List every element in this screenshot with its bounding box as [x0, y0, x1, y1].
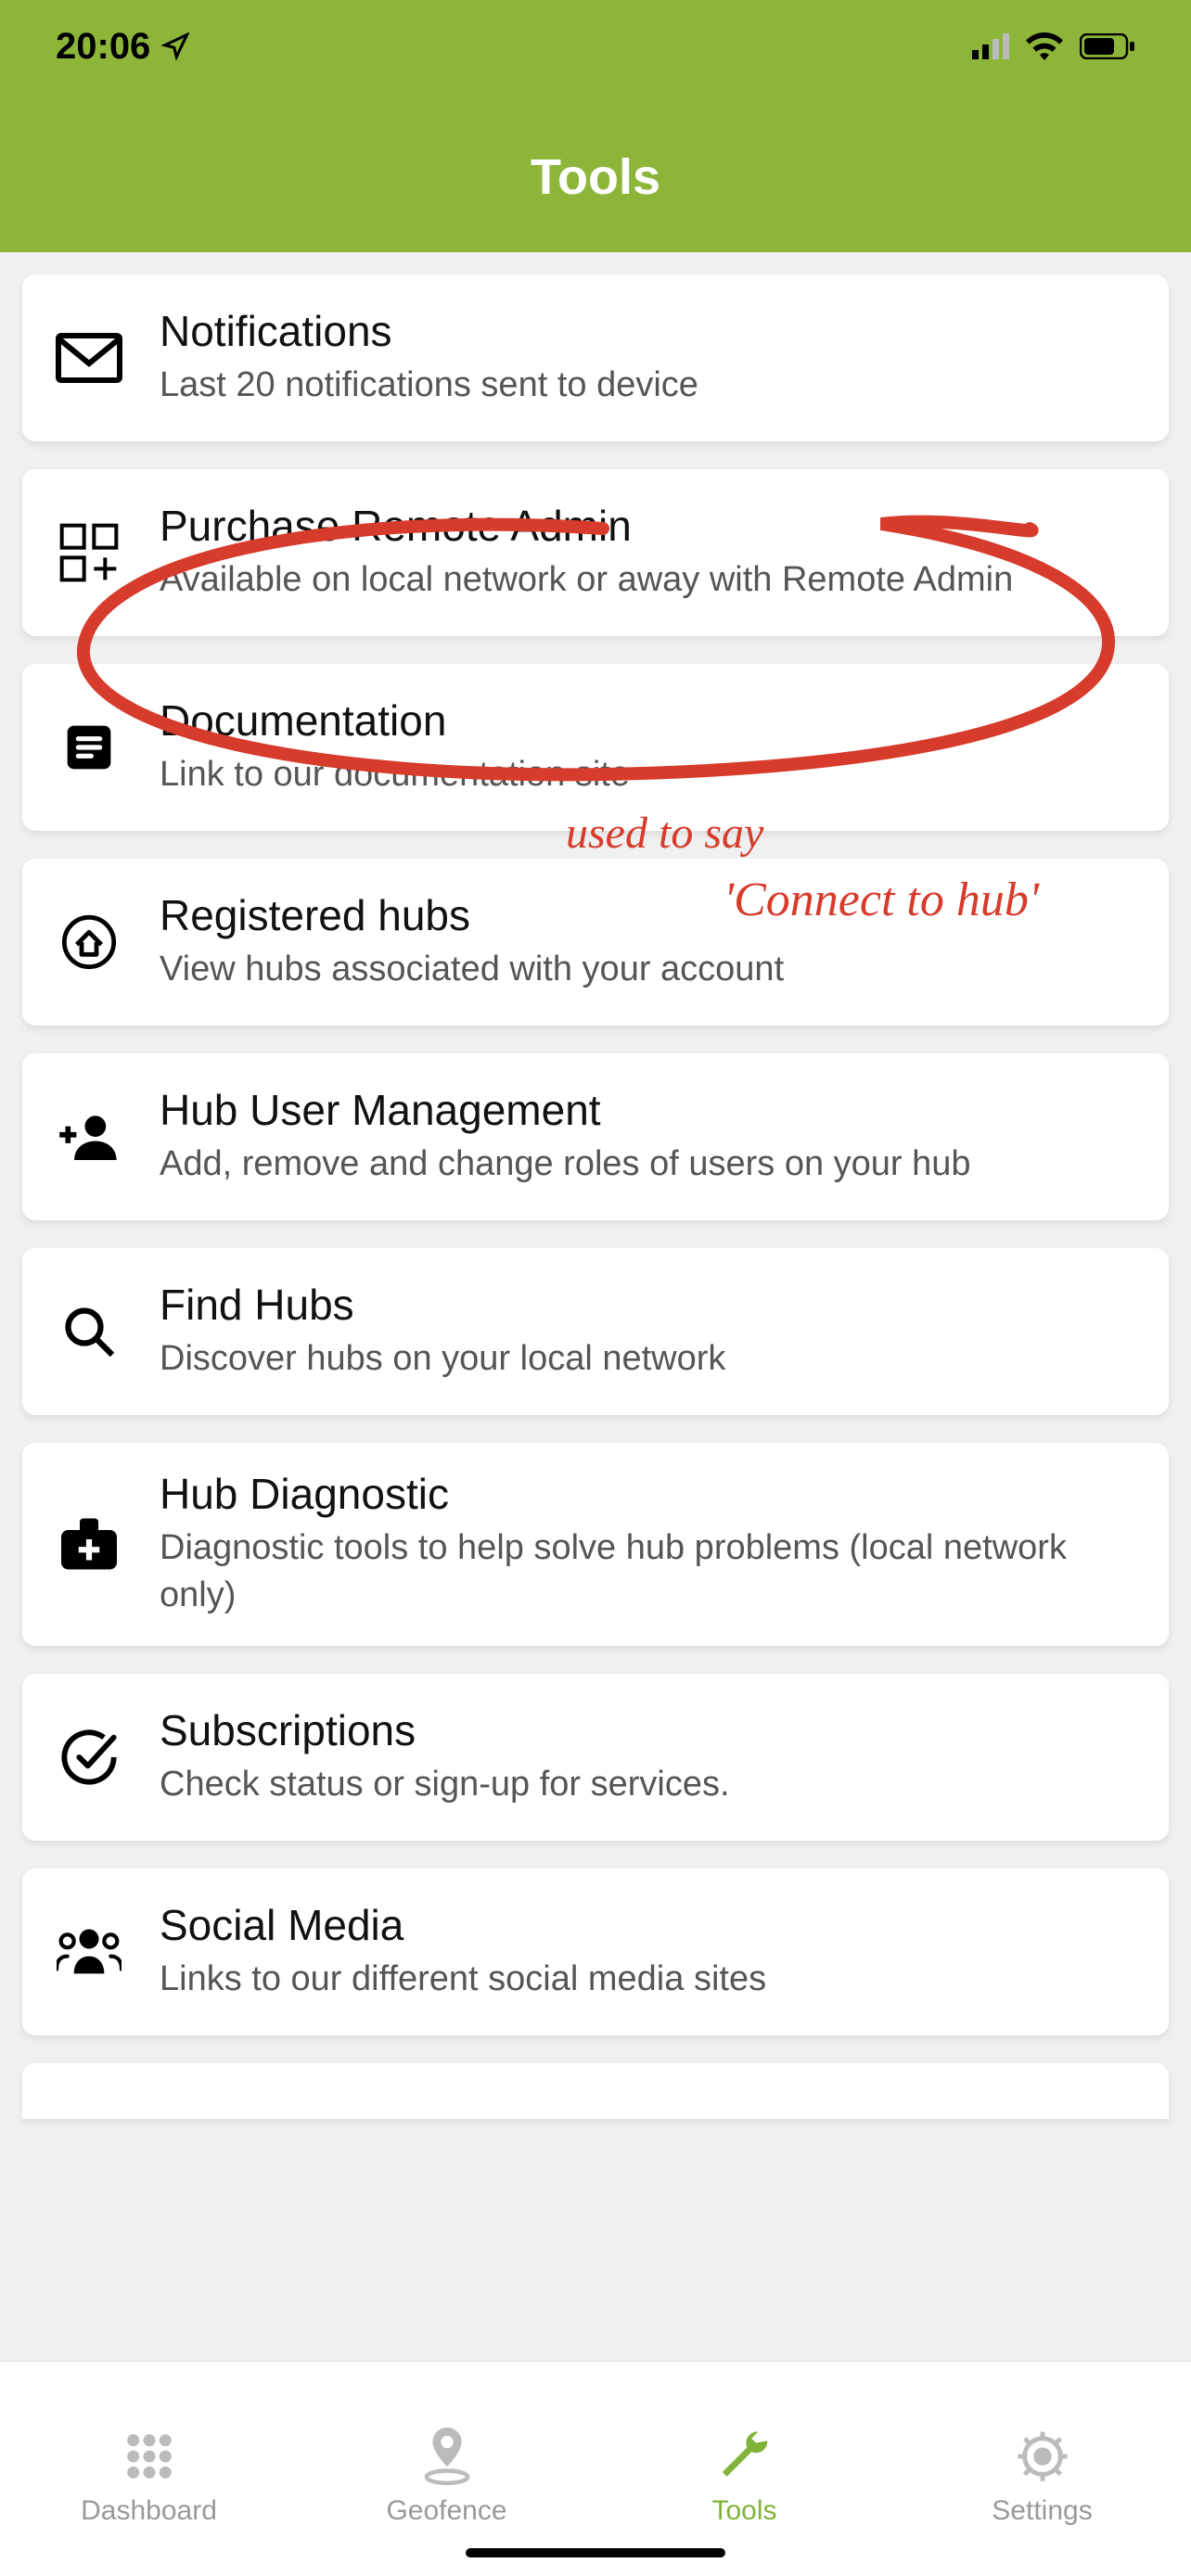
list-item-subtitle: Diagnostic tools to help solve hub probl… [160, 1524, 1139, 1620]
home-circle-icon [52, 905, 126, 979]
person-plus-icon [52, 1100, 126, 1174]
list-item-text: Hub Diagnostic Diagnostic tools to help … [160, 1469, 1139, 1620]
battery-icon [1080, 33, 1135, 59]
list-item-text: Hub User Management Add, remove and chan… [160, 1085, 1139, 1188]
wrench-icon [715, 2427, 775, 2486]
tab-geofence[interactable]: Geofence [298, 2362, 596, 2576]
medkit-icon [52, 1507, 126, 1581]
list-item-subtitle: Links to our different social media site… [160, 1956, 1139, 2003]
wifi-icon [1026, 32, 1063, 60]
tab-label: Settings [992, 2495, 1092, 2527]
list-item-title: Notifications [160, 306, 1139, 356]
list-item-title: Documentation [160, 695, 1139, 746]
grid-plus-icon [52, 516, 126, 590]
list-item-title: Registered hubs [160, 890, 1139, 940]
check-circle-icon [52, 1720, 126, 1794]
list-item-documentation[interactable]: Documentation Link to our documentation … [22, 664, 1169, 831]
tab-bar: Dashboard Geofence Tools [0, 2361, 1191, 2576]
list-item-registered-hubs[interactable]: Registered hubs View hubs associated wit… [22, 859, 1169, 1026]
list-item-purchase-remote-admin[interactable]: Purchase Remote Admin Available on local… [22, 469, 1169, 636]
list-item-subtitle: Add, remove and change roles of users on… [160, 1141, 1139, 1188]
list-item-text: Notifications Last 20 notifications sent… [160, 306, 1139, 409]
list-item-subtitle: Last 20 notifications sent to device [160, 362, 1139, 409]
tools-list: Notifications Last 20 notifications sent… [0, 252, 1191, 2361]
page-header: Tools [0, 130, 1191, 252]
list-item-text: Find Hubs Discover hubs on your local ne… [160, 1280, 1139, 1383]
list-item-find-hubs[interactable]: Find Hubs Discover hubs on your local ne… [22, 1248, 1169, 1415]
list-item-title: Hub User Management [160, 1085, 1139, 1135]
status-time: 20:06 [56, 26, 150, 68]
list-item-title: Subscriptions [160, 1705, 1139, 1755]
list-item-text: Social Media Links to our different soci… [160, 1900, 1139, 2003]
list-item-subtitle: Available on local network or away with … [160, 556, 1139, 604]
list-item-hub-diagnostic[interactable]: Hub Diagnostic Diagnostic tools to help … [22, 1443, 1169, 1646]
list-item-title: Hub Diagnostic [160, 1469, 1139, 1519]
list-item-subscriptions[interactable]: Subscriptions Check status or sign-up fo… [22, 1674, 1169, 1841]
list-item-text [160, 2101, 1139, 2107]
status-bar: 20:06 [0, 0, 1191, 130]
search-icon [52, 1294, 126, 1369]
social-icon [52, 1915, 126, 1989]
list-item-text: Subscriptions Check status or sign-up fo… [160, 1705, 1139, 1808]
list-item-notifications[interactable]: Notifications Last 20 notifications sent… [22, 274, 1169, 441]
location-icon [161, 32, 189, 60]
tab-settings[interactable]: Settings [893, 2362, 1191, 2576]
list-item-social-media[interactable]: Social Media Links to our different soci… [22, 1868, 1169, 2035]
tab-tools[interactable]: Tools [596, 2362, 893, 2576]
list-item-subtitle: Discover hubs on your local network [160, 1335, 1139, 1383]
list-item-subtitle: Link to our documentation site [160, 751, 1139, 798]
tab-label: Tools [711, 2495, 776, 2527]
status-left: 20:06 [56, 26, 189, 68]
list-item-partial[interactable] [22, 2063, 1169, 2119]
pin-icon [417, 2427, 477, 2486]
list-item-text: Purchase Remote Admin Available on local… [160, 501, 1139, 604]
list-item-hub-user-management[interactable]: Hub User Management Add, remove and chan… [22, 1053, 1169, 1220]
cellular-icon [972, 33, 1009, 59]
gear-icon [1013, 2427, 1072, 2486]
tab-label: Dashboard [81, 2495, 217, 2527]
list-item-text: Documentation Link to our documentation … [160, 695, 1139, 798]
mail-icon [52, 321, 126, 395]
list-item-subtitle: Check status or sign-up for services. [160, 1761, 1139, 1808]
doc-icon [52, 710, 126, 784]
status-right [972, 32, 1135, 60]
tab-dashboard[interactable]: Dashboard [0, 2362, 298, 2576]
grid-dots-icon [120, 2427, 179, 2486]
home-indicator[interactable] [466, 2548, 725, 2557]
list-item-title: Find Hubs [160, 1280, 1139, 1330]
tab-label: Geofence [386, 2495, 506, 2527]
unknown-icon [52, 2067, 126, 2119]
list-item-text: Registered hubs View hubs associated wit… [160, 890, 1139, 993]
list-item-subtitle: View hubs associated with your account [160, 946, 1139, 993]
list-item-title: Purchase Remote Admin [160, 501, 1139, 551]
list-item-title: Social Media [160, 1900, 1139, 1950]
page-title: Tools [0, 148, 1191, 206]
